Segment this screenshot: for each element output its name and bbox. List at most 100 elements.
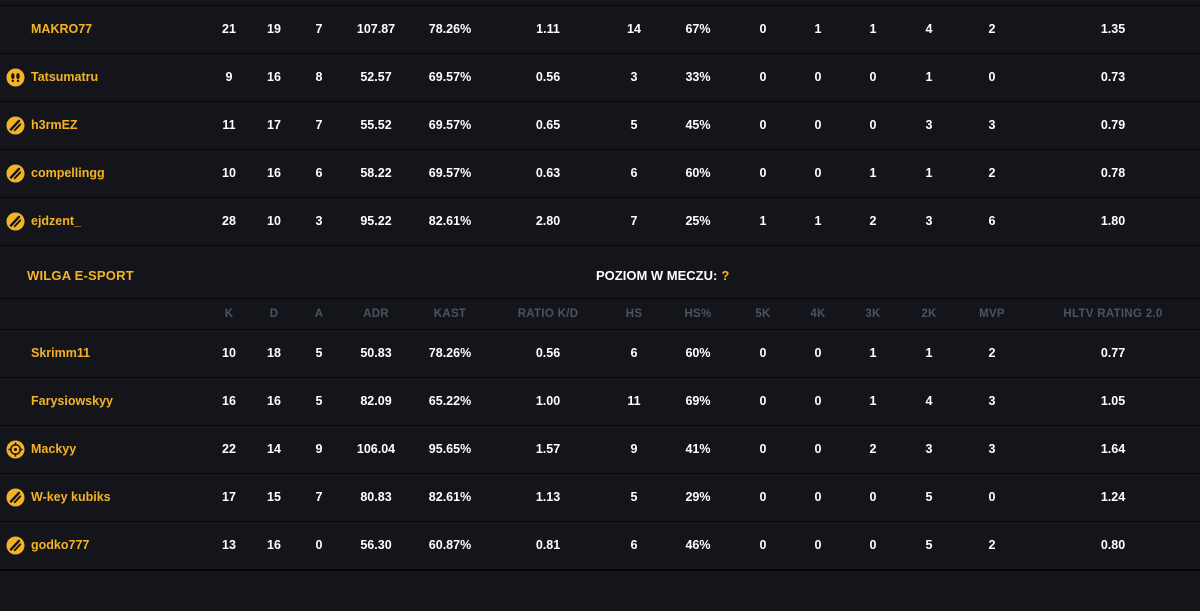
column-header-k[interactable]: K	[225, 299, 234, 329]
stat-hs: 6	[630, 538, 638, 552]
stat-3k: 1	[869, 166, 877, 180]
stat-2k: 1	[925, 166, 933, 180]
player-name-link[interactable]: h3rmEZ	[31, 102, 78, 149]
player-name-link[interactable]: Tatsumatru	[31, 54, 98, 101]
stat-mvp: 2	[988, 346, 996, 360]
player-name-link[interactable]: Skrimm11	[31, 330, 90, 377]
column-header-a[interactable]: A	[315, 299, 324, 329]
player-name-link[interactable]: ejdzent_	[31, 198, 81, 245]
stat-k: 11	[222, 118, 236, 132]
stat-hltv-rating: 0.73	[1100, 70, 1126, 84]
slash-badge-icon	[6, 212, 25, 231]
stat-5k: 0	[759, 538, 767, 552]
stat-adr: 82.09	[360, 394, 392, 408]
stat-hs-pct: 60%	[685, 346, 711, 360]
table-row: h3rmEZ 11 17 7 55.52 69.57% 0.65 5 45% 0 0 0 3 3 0.79	[0, 102, 1200, 150]
stat-3k: 2	[869, 442, 877, 456]
stat-d: 17	[267, 118, 281, 132]
column-header-mvp[interactable]: MVP	[979, 299, 1005, 329]
stat-a: 7	[315, 118, 323, 132]
stat-d: 16	[267, 538, 281, 552]
player-name-link[interactable]: Farysiowskyy	[31, 378, 113, 425]
column-header-d[interactable]: D	[270, 299, 279, 329]
stat-4k: 0	[814, 118, 822, 132]
stat-k: 13	[222, 538, 236, 552]
stat-5k: 0	[759, 394, 767, 408]
column-header-5k[interactable]: 5K	[755, 299, 770, 329]
column-header-kast[interactable]: KAST	[434, 299, 467, 329]
stat-ratio-kd: 0.56	[535, 70, 561, 84]
player-name-link[interactable]: compellingg	[31, 150, 105, 197]
stat-a: 5	[315, 394, 323, 408]
slash-badge-icon	[6, 164, 25, 183]
stat-k: 17	[222, 490, 236, 504]
stat-kast: 82.61%	[428, 214, 472, 228]
stat-hltv-rating: 0.78	[1100, 166, 1126, 180]
stat-ratio-kd: 0.56	[535, 346, 561, 360]
player-name-link[interactable]: MAKRO77	[31, 6, 92, 53]
stat-5k: 0	[759, 70, 767, 84]
stat-ratio-kd: 1.57	[535, 442, 561, 456]
player-name-link[interactable]: godko777	[31, 522, 89, 569]
column-header-adr[interactable]: ADR	[363, 299, 389, 329]
stat-2k: 3	[925, 118, 933, 132]
stat-hs-pct: 29%	[685, 490, 711, 504]
stat-3k: 1	[869, 22, 877, 36]
stat-a: 7	[315, 490, 323, 504]
player-name-link[interactable]: W-key kubiks	[31, 474, 111, 521]
stat-2k: 1	[925, 70, 933, 84]
stat-adr: 95.22	[360, 214, 392, 228]
stat-hs: 11	[627, 394, 641, 408]
stat-d: 16	[267, 166, 281, 180]
stat-4k: 1	[814, 214, 822, 228]
stat-adr: 107.87	[356, 22, 396, 36]
stat-kast: 78.26%	[428, 346, 472, 360]
stat-ratio-kd: 2.80	[535, 214, 561, 228]
stat-hs: 9	[630, 442, 638, 456]
column-header-ratio-kd[interactable]: RATIO K/D	[518, 299, 579, 329]
stat-hs-pct: 25%	[685, 214, 711, 228]
stat-ratio-kd: 0.63	[535, 166, 561, 180]
stat-hs: 5	[630, 118, 638, 132]
stat-2k: 4	[925, 22, 933, 36]
team-name[interactable]: WILGA E-SPORT	[27, 247, 134, 304]
stat-ratio-kd: 1.11	[536, 22, 560, 36]
stat-a: 8	[315, 70, 323, 84]
stat-hltv-rating: 1.24	[1100, 490, 1126, 504]
footprint-icon	[6, 68, 25, 87]
stat-5k: 0	[759, 118, 767, 132]
stat-d: 18	[267, 346, 281, 360]
table-row: Mackyy 22 14 9 106.04 95.65% 1.57 9 41% 0 0 2 3 3 1.64	[0, 426, 1200, 474]
stat-hs: 6	[630, 346, 638, 360]
stat-kast: 82.61%	[428, 490, 472, 504]
column-header-hs-pct[interactable]: HS%	[684, 299, 711, 329]
column-header-hltv-rating[interactable]: HLTV RATING 2.0	[1063, 299, 1162, 329]
stat-hs: 6	[630, 166, 638, 180]
stat-3k: 0	[869, 538, 877, 552]
stat-5k: 0	[759, 442, 767, 456]
stat-5k: 0	[759, 490, 767, 504]
stat-5k: 0	[759, 346, 767, 360]
column-header-2k[interactable]: 2K	[921, 299, 936, 329]
column-header-hs[interactable]: HS	[626, 299, 643, 329]
stat-d: 16	[267, 70, 281, 84]
stat-mvp: 0	[988, 70, 996, 84]
stat-hs: 5	[630, 490, 638, 504]
slash-badge-icon	[6, 488, 25, 507]
table-row: Farysiowskyy 16 16 5 82.09 65.22% 1.00 11 69% 0 0 1…	[0, 378, 1200, 426]
column-header-4k[interactable]: 4K	[810, 299, 825, 329]
table-row: godko777 13 16 0 56.30 60.87% 0.81 6 46% 0 0 0 5 2 0.8…	[0, 522, 1200, 570]
stat-kast: 95.65%	[428, 442, 472, 456]
stat-hltv-rating: 1.35	[1100, 22, 1126, 36]
stat-adr: 58.22	[360, 166, 392, 180]
stat-mvp: 2	[988, 166, 996, 180]
stat-hltv-rating: 1.05	[1100, 394, 1126, 408]
stat-kast: 65.22%	[428, 394, 472, 408]
stat-k: 10	[222, 346, 236, 360]
stat-kast: 69.57%	[428, 118, 472, 132]
match-level-value: ?	[721, 268, 730, 283]
player-name-link[interactable]: Mackyy	[31, 426, 76, 473]
column-header-3k[interactable]: 3K	[865, 299, 880, 329]
stat-mvp: 3	[988, 118, 996, 132]
stat-4k: 0	[814, 442, 822, 456]
